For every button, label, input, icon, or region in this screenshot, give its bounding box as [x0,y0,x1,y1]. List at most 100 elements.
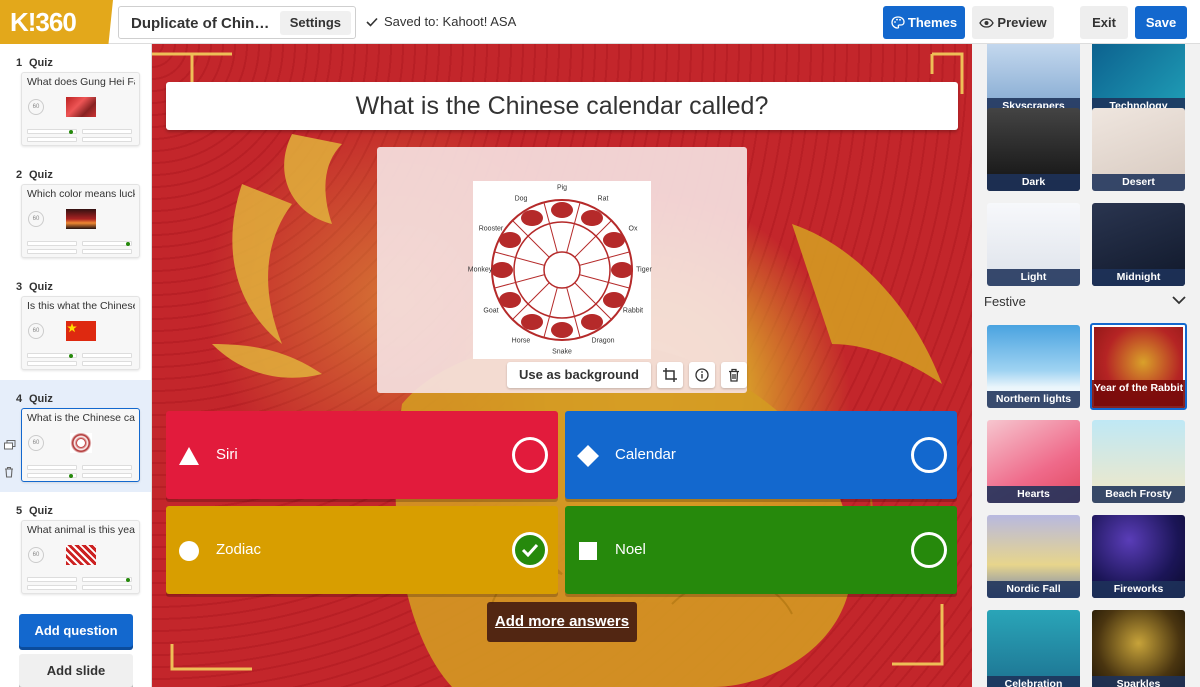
theme-desert[interactable]: Desert [1092,108,1185,191]
zodiac-label: Goat [483,307,499,315]
slide-thumbnail-question: What does Gung Hei Fat Choy mean? [27,76,135,88]
correct-answer-toggle[interactable] [911,532,947,568]
theme-label: Hearts [987,486,1080,503]
zodiac-animal-tiger [611,262,633,278]
slide-number: 1 [16,57,23,69]
slide-number: 5 [16,505,23,517]
correct-answer-dot [126,578,130,582]
theme-label: Celebration [987,676,1080,687]
theme-northern-lights[interactable]: Northern lights [987,325,1080,408]
themes-button-label: Themes [907,15,958,30]
slide-list-item[interactable]: 5 Quiz What animal is this year? 60 [0,492,151,604]
kahoot-title-field[interactable]: Duplicate of Chine... Settings [118,6,356,39]
slide-thumbnail-question: What animal is this year? [27,524,135,536]
use-as-background-button[interactable]: Use as background [507,362,651,388]
slide-list-sidebar: 1 Quiz What does Gung Hei Fat Choy mean?… [0,44,152,687]
zodiac-label: Horse [511,337,531,345]
chevron-down-icon [1172,296,1186,305]
slide-list-item[interactable]: 3 Quiz Is this what the Chinese flag loo… [0,268,151,380]
timer-icon: 60 [28,547,44,563]
theme-label: Desert [1092,174,1185,191]
exit-button[interactable]: Exit [1080,6,1128,39]
correct-answer-dot [126,242,130,246]
settings-button[interactable]: Settings [279,11,351,35]
answer-text[interactable]: Calendar [615,446,676,463]
theme-technology[interactable]: Technology [1092,44,1185,115]
correct-answer-dot [69,354,73,358]
trash-icon[interactable] [4,466,14,481]
answer-option-2[interactable]: Calendar [565,411,957,499]
add-more-answers-button[interactable]: Add more answers [487,602,637,642]
thumbnail-answer-bar [27,577,77,582]
theme-category-dropdown[interactable]: Festive [984,294,1186,314]
thumbnail-answer-bar [82,361,132,366]
zodiac-animal-dog [521,210,543,227]
answer-text[interactable]: Noel [615,541,646,558]
zodiac-animal-monkey [491,262,513,278]
question-editor-canvas: What is the Chinese calendar called? Pig… [152,44,972,687]
slide-thumbnail[interactable]: What is the Chinese calendar called? 60 [21,408,140,482]
add-slide-button[interactable]: Add slide [19,654,133,687]
theme-skyscrapers[interactable]: Skyscrapers [987,44,1080,115]
theme-fireworks[interactable]: Fireworks [1092,515,1185,598]
thumbnail-image [66,97,96,117]
zodiac-label: Dog [514,195,528,203]
theme-nordic-fall[interactable]: Nordic Fall [987,515,1080,598]
theme-dark[interactable]: Dark [987,108,1080,191]
theme-midnight[interactable]: Midnight [1092,203,1185,286]
theme-label: Year of the Rabbit [1092,380,1185,408]
correct-answer-checked-toggle[interactable] [512,532,548,568]
answer-text[interactable]: Zodiac [216,541,261,558]
triangle-icon [179,447,199,465]
thumbnail-image [66,545,96,565]
slide-thumbnail[interactable]: Is this what the Chinese flag looks like… [21,296,140,370]
theme-light[interactable]: Light [987,203,1080,286]
thumbnail-answer-bar [82,353,132,358]
zodiac-animal-rabbit [602,292,625,308]
zodiac-label: Tiger [636,266,652,274]
answer-option-4[interactable]: Noel [565,506,957,594]
theme-celebration[interactable]: Celebration [987,610,1080,687]
slide-thumbnail[interactable]: Which color means luck? 60 [21,184,140,258]
theme-hearts[interactable]: Hearts [987,420,1080,503]
question-title-input[interactable]: What is the Chinese calendar called? [166,82,958,130]
correct-answer-dot [69,474,73,478]
zodiac-label: Rooster [478,225,504,233]
theme-year-of-the-rabbit-selected[interactable]: Year of the Rabbit [1090,323,1187,410]
save-button[interactable]: Save [1135,6,1187,39]
theme-sparkles[interactable]: Sparkles [1092,610,1185,687]
answer-text[interactable]: Siri [216,446,238,463]
media-toolbar: Use as background [507,362,747,388]
slide-list-item-active[interactable]: 4 Quiz What is the Chinese calendar call… [0,380,151,492]
question-media-area[interactable]: Pig Rat Ox Tiger Rabbit Dragon Snake Horse Goat M… [377,147,747,393]
correct-answer-toggle[interactable] [512,437,548,473]
themes-button[interactable]: Themes [883,6,965,39]
slide-number: 2 [16,169,23,181]
theme-beach-frosty[interactable]: Beach Frosty [1092,420,1185,503]
kahoot-title[interactable]: Duplicate of Chine... [131,15,271,32]
thumbnail-answer-bar [82,585,132,590]
saved-status-text: Saved to: Kahoot! ASA [384,14,517,29]
slide-list-item[interactable]: 1 Quiz What does Gung Hei Fat Choy mean?… [0,44,151,156]
crop-icon[interactable] [656,362,683,388]
zodiac-animal-goat [499,292,522,308]
thumbnail-image [66,209,96,229]
kahoot-logo[interactable]: K!360 [0,0,113,44]
info-icon[interactable] [688,362,715,388]
zodiac-animal-ox [602,232,625,248]
preview-button[interactable]: Preview [972,6,1054,39]
eye-icon [979,18,995,28]
trash-icon[interactable] [720,362,747,388]
answer-option-1[interactable]: Siri [166,411,558,499]
thumbnail-answer-bar [27,585,77,590]
duplicate-icon[interactable] [4,440,16,454]
slide-thumbnail[interactable]: What does Gung Hei Fat Choy mean? 60 [21,72,140,146]
slide-list-item[interactable]: 2 Quiz Which color means luck? 60 [0,156,151,268]
thumbnail-answer-bar [82,465,132,470]
correct-answer-toggle[interactable] [911,437,947,473]
slide-thumbnail[interactable]: What animal is this year? 60 [21,520,140,594]
theme-label: Midnight [1092,269,1185,286]
answer-option-3[interactable]: Zodiac [166,506,558,594]
add-question-button[interactable]: Add question [19,614,133,647]
zodiac-animal-pig [551,202,573,218]
